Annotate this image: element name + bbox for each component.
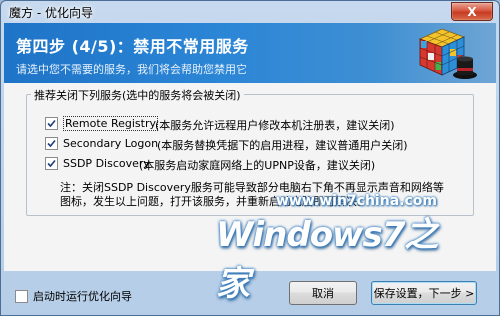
close-button[interactable]: X bbox=[451, 2, 493, 21]
window-title: 魔方 - 优化向导 bbox=[9, 6, 93, 20]
secondary-logon-checkbox[interactable] bbox=[45, 136, 58, 150]
save-next-button[interactable]: 保存设置，下一步 > bbox=[371, 281, 477, 305]
step-subtitle: 请选中您不需要的服务，我们将会帮助您禁用它 bbox=[16, 63, 247, 76]
close-icon: X bbox=[467, 4, 477, 19]
run-on-startup-label[interactable]: 启动时运行优化向导 bbox=[33, 288, 132, 304]
checkmark-icon bbox=[47, 119, 56, 127]
run-on-startup-option[interactable]: 启动时运行优化向导 bbox=[15, 288, 132, 304]
checkmark-icon bbox=[47, 159, 56, 167]
secondary-logon-label[interactable]: Secondary Logon bbox=[63, 137, 158, 150]
option-ssdp-discovery[interactable]: SSDP Discovery bbox=[45, 155, 150, 171]
checkmark-icon bbox=[47, 139, 56, 147]
wizard-content: 推荐关闭下列服务(选中的服务将会被关闭) Remote Registry (本服… bbox=[4, 83, 496, 304]
ssdp-discovery-description: (本服务启动家庭网络上的UPNP设备，建议关闭) bbox=[139, 159, 376, 172]
secondary-logon-description: (本服务替换凭据下的启用进程，建议普通用户关闭) bbox=[157, 139, 408, 152]
remote-registry-checkbox[interactable] bbox=[45, 116, 58, 130]
services-group: 推荐关闭下列服务(选中的服务将会被关闭) Remote Registry (本服… bbox=[26, 87, 474, 216]
cancel-button[interactable]: 取消 bbox=[289, 281, 357, 305]
remote-registry-description: (本服务允许远程用户修改本机注册表，建议关闭) bbox=[155, 119, 395, 132]
step-banner: 第四步 (4/5)：禁用不常用服务 请选中您不需要的服务，我们将会帮助您禁用它 bbox=[4, 23, 496, 83]
remote-registry-label[interactable]: Remote Registry bbox=[63, 115, 158, 131]
services-group-legend: 推荐关闭下列服务(选中的服务将会被关闭) bbox=[31, 87, 244, 103]
step-title: 第四步 (4/5)：禁用不常用服务 bbox=[16, 37, 249, 56]
option-remote-registry[interactable]: Remote Registry bbox=[45, 115, 158, 131]
title-bar[interactable]: 魔方 - 优化向导 X bbox=[1, 1, 499, 23]
run-on-startup-checkbox[interactable] bbox=[15, 289, 28, 303]
service-note: 注：关闭SSDP Discovery服务可能导致部分电脑右下角不再显示声音和网络… bbox=[60, 181, 444, 208]
wizard-window: 魔方 - 优化向导 X 第四步 (4/5)：禁用不常用服务 请选中您不需要的服务… bbox=[0, 0, 500, 316]
ssdp-discovery-checkbox[interactable] bbox=[45, 156, 58, 170]
rubiks-cube-magic-hat-icon bbox=[418, 28, 477, 79]
wizard-footer: 启动时运行优化向导 取消 保存设置，下一步 > bbox=[1, 271, 499, 315]
ssdp-discovery-label[interactable]: SSDP Discovery bbox=[63, 157, 150, 170]
option-secondary-logon[interactable]: Secondary Logon bbox=[45, 135, 158, 151]
